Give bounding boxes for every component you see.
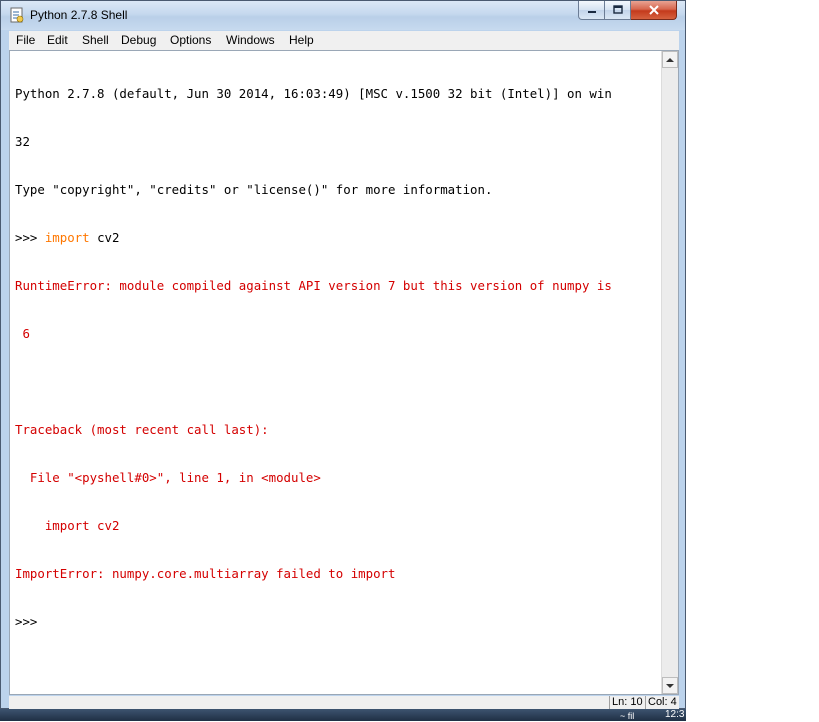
shell-output[interactable]: Python 2.7.8 (default, Jun 30 2014, 16:0… (15, 54, 656, 694)
menu-shell[interactable]: Shell (82, 33, 109, 47)
runtime-error-line: RuntimeError: module compiled against AP… (15, 278, 612, 293)
menu-edit[interactable]: Edit (47, 33, 68, 47)
arrow-down-icon (666, 683, 674, 688)
menu-windows[interactable]: Windows (226, 33, 275, 47)
status-column: Col: 4 (645, 696, 679, 709)
menu-options[interactable]: Options (170, 33, 211, 47)
taskbar-clock: 12:3 (665, 709, 685, 720)
traceback-code-line: import cv2 (15, 518, 120, 533)
prompt: >>> (15, 230, 45, 245)
menu-bar: File Edit Shell Debug Options Windows He… (9, 31, 679, 50)
window-controls (578, 1, 677, 21)
banner-line-wrap: 32 (15, 134, 30, 149)
runtime-error-line-wrap: 6 (15, 326, 30, 341)
minimize-button[interactable] (578, 1, 605, 20)
input-line: >>> import cv2 (15, 230, 656, 246)
minimize-icon (587, 11, 596, 13)
menu-help[interactable]: Help (289, 33, 314, 47)
taskbar-text: ~ fil (620, 711, 635, 721)
close-button[interactable] (631, 1, 677, 20)
import-keyword: import (44, 230, 90, 245)
scroll-down-button[interactable] (662, 677, 678, 694)
python-app-icon[interactable] (9, 7, 25, 23)
vertical-scrollbar[interactable] (661, 51, 678, 694)
maximize-icon (612, 5, 623, 14)
status-bar: Ln: 10 Col: 4 (9, 696, 679, 709)
arrow-up-icon (666, 57, 674, 62)
window-title: Python 2.7.8 Shell (30, 8, 128, 22)
status-line: Ln: 10 (609, 696, 645, 709)
prompt: >>> (15, 614, 38, 629)
current-prompt-line[interactable]: >>> (15, 614, 656, 630)
import-error-line: ImportError: numpy.core.multiarray faile… (15, 566, 396, 581)
scroll-up-button[interactable] (662, 51, 678, 68)
info-line: Type "copyright", "credits" or "license(… (15, 182, 493, 197)
title-bar[interactable]: Python 2.7.8 Shell (1, 1, 685, 30)
traceback-file-line: File "<pyshell#0>", line 1, in <module> (15, 470, 321, 485)
close-icon (648, 5, 659, 15)
traceback-header: Traceback (most recent call last): (15, 422, 269, 437)
idle-shell-window: Python 2.7.8 Shell File Edit Shell Debug… (0, 0, 686, 709)
maximize-button[interactable] (605, 1, 631, 20)
taskbar: ~ fil 12:3 (0, 709, 686, 721)
module-name: cv2 (89, 230, 120, 245)
menu-file[interactable]: File (16, 33, 35, 47)
banner-line: Python 2.7.8 (default, Jun 30 2014, 16:0… (15, 86, 612, 101)
shell-text-area[interactable]: Python 2.7.8 (default, Jun 30 2014, 16:0… (9, 50, 679, 695)
menu-debug[interactable]: Debug (121, 33, 156, 47)
